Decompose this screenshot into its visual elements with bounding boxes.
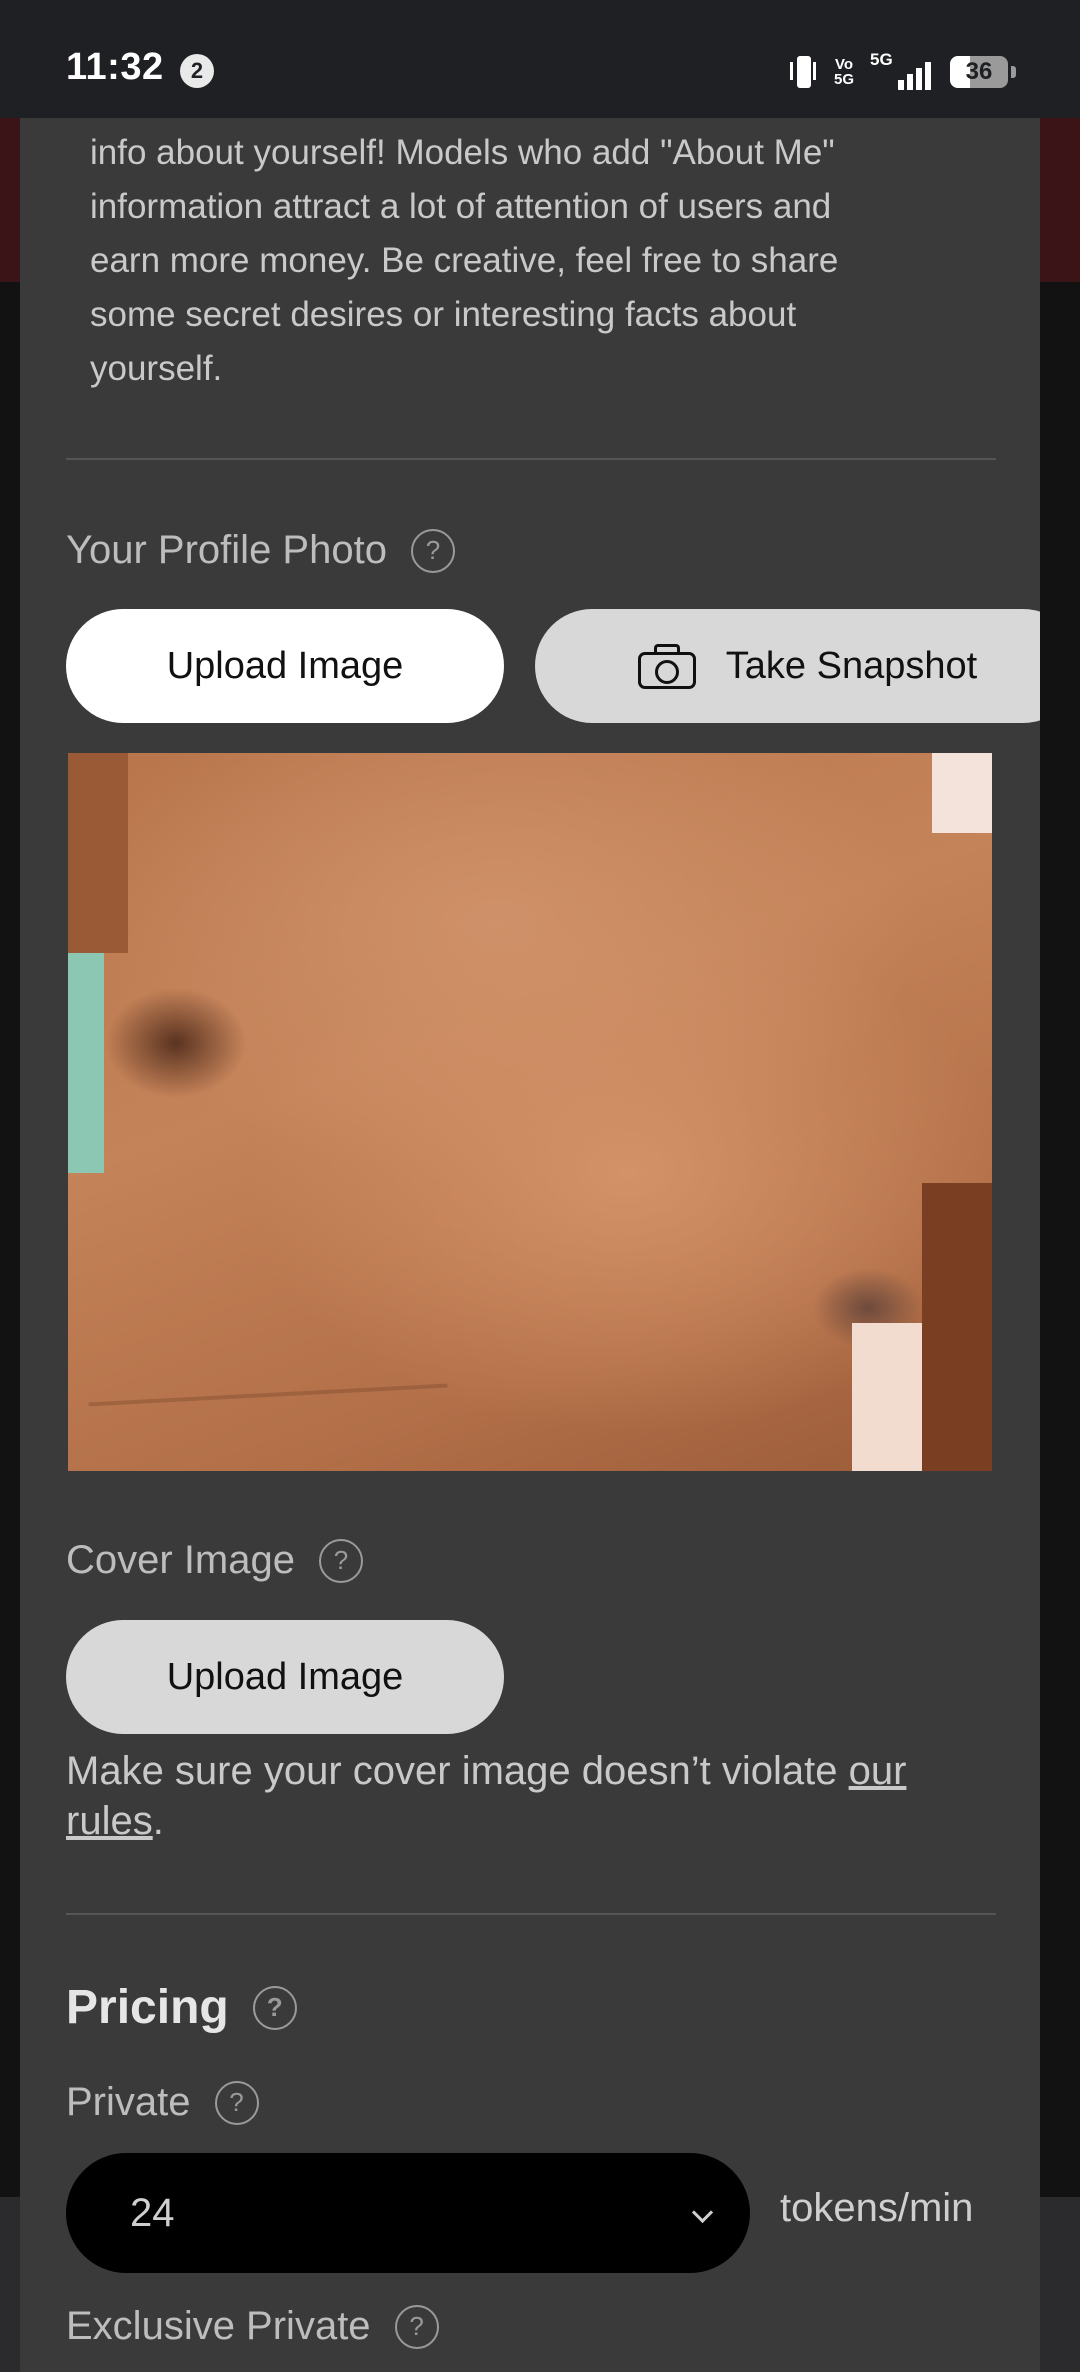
private-price-select[interactable]: 24 (66, 2153, 750, 2273)
upload-cover-image-button[interactable]: Upload Image (66, 1620, 504, 1734)
camera-icon (637, 643, 696, 689)
divider (66, 458, 996, 460)
about-line: info about yourself! Models who add "Abo… (90, 133, 835, 172)
status-icons: Vo 5G 5G 36 (788, 50, 1016, 94)
private-label: Private (66, 2080, 191, 2124)
battery-icon: 36 (950, 56, 1016, 88)
help-icon[interactable]: ? (410, 528, 455, 573)
about-line: some secret desires or interesting facts… (90, 295, 797, 334)
help-icon[interactable]: ? (214, 2080, 259, 2125)
profile-photo-label-row: Your Profile Photo ? (66, 528, 455, 573)
status-bar: 11:32 2 Vo 5G 5G 36 (0, 0, 1080, 118)
notification-count-badge: 2 (180, 54, 214, 88)
about-line: information attract a lot of attention o… (90, 187, 832, 226)
upload-image-label: Upload Image (166, 1655, 404, 1698)
divider (66, 1913, 996, 1915)
about-line: yourself. (90, 349, 223, 388)
private-label-row: Private ? (66, 2080, 259, 2125)
profile-photo-label: Your Profile Photo (66, 528, 387, 572)
pricing-heading: Pricing (66, 1981, 229, 2034)
help-icon[interactable]: ? (394, 2304, 439, 2349)
help-icon[interactable]: ? (318, 1538, 363, 1583)
cover-image-label: Cover Image (66, 1538, 295, 1582)
about-me-hint: info about yourself! Models who add "Abo… (90, 126, 990, 396)
exclusive-private-label-row: Exclusive Private ? (66, 2304, 439, 2349)
exclusive-private-label: Exclusive Private (66, 2304, 371, 2348)
private-price-value: 24 (130, 2190, 175, 2235)
pricing-heading-row: Pricing ? (66, 1980, 297, 2035)
status-time: 11:32 (66, 46, 164, 88)
cover-image-rules-note: Make sure your cover image doesn’t viola… (66, 1749, 907, 1843)
chevron-down-icon (691, 2201, 714, 2224)
about-line: earn more money. Be creative, feel free … (90, 241, 839, 280)
price-unit: tokens/min (780, 2186, 974, 2230)
profile-settings-panel: info about yourself! Models who add "Abo… (20, 118, 1040, 2372)
signal-strength-icon: 5G (870, 50, 934, 94)
take-snapshot-button[interactable]: Take Snapshot (535, 609, 1040, 723)
volte-icon: Vo 5G (833, 56, 854, 88)
profile-photo-preview (68, 753, 992, 1471)
take-snapshot-label: Take Snapshot (725, 644, 978, 687)
battery-level: 36 (965, 58, 993, 85)
upload-image-label: Upload Image (166, 644, 404, 687)
help-icon[interactable]: ? (252, 1985, 297, 2030)
cover-image-label-row: Cover Image ? (66, 1538, 363, 1583)
upload-profile-image-button[interactable]: Upload Image (66, 609, 504, 723)
vibrate-icon (788, 52, 818, 92)
